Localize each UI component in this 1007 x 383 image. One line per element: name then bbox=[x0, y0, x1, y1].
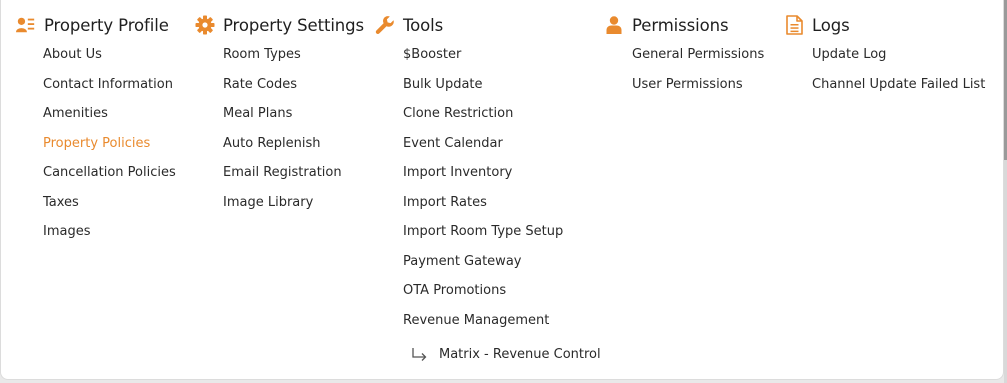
menu-item-import-room-type-setup[interactable]: Import Room Type Setup bbox=[403, 222, 601, 252]
menu-item-property-policies[interactable]: Property Policies bbox=[43, 134, 176, 164]
menu-item-room-types[interactable]: Room Types bbox=[223, 45, 342, 75]
user-icon bbox=[604, 15, 624, 35]
property-profile-header: Property Profile bbox=[16, 13, 169, 37]
menu-item-channel-update-failed-list[interactable]: Channel Update Failed List bbox=[812, 75, 985, 105]
menu-item-bulk-update[interactable]: Bulk Update bbox=[403, 75, 601, 105]
gear-icon bbox=[195, 15, 215, 35]
menu-item-images[interactable]: Images bbox=[43, 222, 176, 252]
menu-item-clone-restriction[interactable]: Clone Restriction bbox=[403, 104, 601, 134]
menu-item-ota-promotions[interactable]: OTA Promotions bbox=[403, 281, 601, 311]
logs-title: Logs bbox=[812, 15, 850, 35]
menu-item-user-permissions[interactable]: User Permissions bbox=[632, 75, 764, 105]
menu-item-import-rates[interactable]: Import Rates bbox=[403, 193, 601, 223]
wrench-icon bbox=[375, 15, 395, 35]
menu-item-email-registration[interactable]: Email Registration bbox=[223, 163, 342, 193]
menu-item-contact-information[interactable]: Contact Information bbox=[43, 75, 176, 105]
menu-item-amenities[interactable]: Amenities bbox=[43, 104, 176, 134]
menu-item-general-permissions[interactable]: General Permissions bbox=[632, 45, 764, 75]
property-settings-title: Property Settings bbox=[223, 15, 365, 35]
menu-item-payment-gateway[interactable]: Payment Gateway bbox=[403, 252, 601, 282]
document-icon bbox=[784, 15, 804, 35]
permissions-header: Permissions bbox=[604, 13, 729, 37]
logs-header: Logs bbox=[784, 13, 850, 37]
property-settings-header: Property Settings bbox=[195, 13, 364, 37]
sub-arrow-icon bbox=[411, 347, 429, 362]
menu-item-meal-plans[interactable]: Meal Plans bbox=[223, 104, 342, 134]
menu-item-update-log[interactable]: Update Log bbox=[812, 45, 985, 75]
menu-item-revenue-management[interactable]: Revenue Management bbox=[403, 311, 601, 341]
tools-header: Tools bbox=[375, 13, 443, 37]
menu-item-booster[interactable]: $Booster bbox=[403, 45, 601, 75]
menu-item-taxes[interactable]: Taxes bbox=[43, 193, 176, 223]
menu-item-image-library[interactable]: Image Library bbox=[223, 193, 342, 223]
user-list-icon bbox=[16, 15, 36, 35]
menu-subitem-label: Matrix - Revenue Control bbox=[439, 346, 601, 362]
menu-item-cancellation-policies[interactable]: Cancellation Policies bbox=[43, 163, 176, 193]
menu-subitem-matrix-revenue-control[interactable]: Matrix - Revenue Control bbox=[403, 340, 601, 370]
menu-item-rate-codes[interactable]: Rate Codes bbox=[223, 75, 342, 105]
property-profile-title: Property Profile bbox=[44, 15, 169, 35]
menu-item-auto-replenish[interactable]: Auto Replenish bbox=[223, 134, 342, 164]
menu-item-about-us[interactable]: About Us bbox=[43, 45, 176, 75]
permissions-title: Permissions bbox=[632, 15, 729, 35]
tools-title: Tools bbox=[403, 15, 444, 35]
settings-mega-menu: Property Profile About Us Contact Inform… bbox=[0, 0, 1004, 380]
menu-item-import-inventory[interactable]: Import Inventory bbox=[403, 163, 601, 193]
menu-item-event-calendar[interactable]: Event Calendar bbox=[403, 134, 601, 164]
